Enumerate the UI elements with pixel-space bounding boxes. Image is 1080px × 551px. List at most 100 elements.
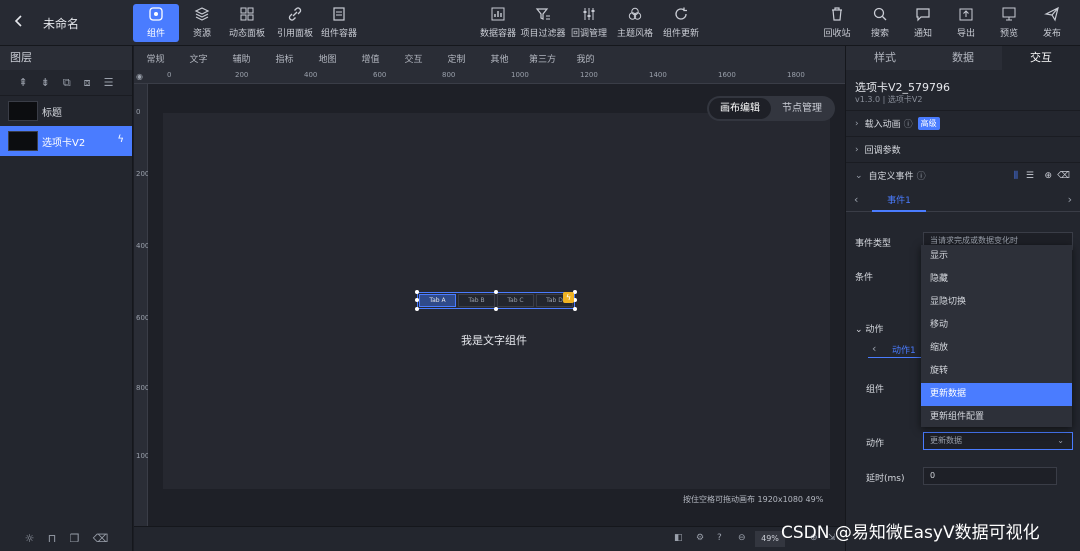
list-icon[interactable]: ☰ — [104, 76, 114, 89]
lightning-icon: ϟ — [563, 292, 574, 303]
category-tab[interactable]: 第三方 — [521, 52, 564, 65]
component-name: 选项卡V2_579796 — [855, 81, 951, 94]
publish-button[interactable]: 发布 — [1039, 4, 1065, 42]
group-icon[interactable]: ⧉ — [63, 76, 71, 90]
category-tab[interactable]: 交互 — [392, 52, 435, 65]
tab-item[interactable]: Tab B — [458, 294, 495, 307]
dropdown-option[interactable]: 旋转 — [921, 360, 1072, 383]
dynamic-panel-button[interactable]: 动态面板 — [226, 4, 268, 42]
ruler-label: 1600 — [718, 71, 736, 79]
bulb-icon[interactable]: ☼ — [25, 532, 35, 545]
project-title[interactable]: 未命名 — [43, 15, 79, 32]
tab-item[interactable]: Tab C — [497, 294, 534, 307]
data-container-button[interactable]: 数据容器 — [480, 4, 516, 42]
copy-icon[interactable]: ❐ — [70, 532, 80, 545]
layers-panel: 图层 ⇞ ⇟ ⧉ ⧈ ☰ 标题 选项卡V2 ϟ ☼ ⊓ ❐ ⌫ — [0, 46, 133, 551]
text-component[interactable]: 我是文字组件 — [461, 332, 527, 348]
dynamic-panel-label: 动态面板 — [228, 29, 265, 39]
tab-item[interactable]: Tab A — [419, 294, 456, 307]
notify-button[interactable]: 通知 — [910, 4, 936, 42]
add-icon[interactable]: ⊕ — [1044, 171, 1052, 181]
action-select[interactable]: 更新数据 ⌄ — [923, 432, 1073, 450]
callback-manage-button[interactable]: 回调管理 — [570, 4, 608, 42]
move-top-icon[interactable]: ⇞ — [18, 76, 27, 89]
ruler-label: 400 — [304, 71, 318, 79]
trash-icon[interactable]: ⌫ — [1057, 171, 1070, 181]
export-icon — [958, 4, 974, 24]
ruler-label: 1200 — [580, 71, 598, 79]
search-button[interactable]: 搜索 — [867, 4, 893, 42]
dropdown-option-selected[interactable]: 更新数据 — [921, 383, 1072, 406]
category-tab[interactable]: 常规 — [134, 52, 177, 65]
category-tab[interactable]: 我的 — [564, 52, 607, 65]
dropdown-option[interactable]: 移动 — [921, 314, 1072, 337]
project-filter-button[interactable]: 项目过滤器 — [521, 4, 566, 42]
resize-handle[interactable] — [494, 290, 498, 294]
help-icon[interactable]: ⓘ — [904, 117, 913, 130]
component-button[interactable]: 组件 — [133, 4, 179, 42]
tab-data[interactable]: 数据 — [924, 46, 1002, 70]
delay-input[interactable]: 0 — [923, 467, 1057, 485]
resource-button[interactable]: 资源 — [185, 4, 219, 42]
dropdown-option[interactable]: 缩放 — [921, 337, 1072, 360]
help-icon[interactable]: ? — [717, 533, 722, 543]
move-bottom-icon[interactable]: ⇟ — [41, 76, 50, 89]
eye-icon[interactable]: ◉ — [136, 72, 143, 81]
action-section[interactable]: ⌄ 动作 — [855, 322, 883, 335]
resize-handle[interactable] — [415, 307, 419, 311]
event-tab[interactable]: 事件1 — [872, 190, 926, 212]
lock-icon[interactable]: ⊓ — [48, 532, 57, 545]
component-container-button[interactable]: 组件容器 — [320, 4, 358, 42]
chevron-right-icon[interactable]: › — [1068, 193, 1072, 206]
layer-item-title[interactable]: 标题 — [0, 96, 132, 126]
tab-node-manage[interactable]: 节点管理 — [771, 98, 833, 119]
action-tab[interactable]: 动作1 — [892, 343, 916, 356]
zoom-out-icon[interactable]: ⊖ — [738, 533, 746, 543]
dropdown-option[interactable]: 显示 — [921, 245, 1072, 268]
category-tab[interactable]: 地图 — [306, 52, 349, 65]
bottom-bar: ◧ ⚙ ? ⊖ ⊕ ⇲ — [134, 526, 845, 551]
help-icon[interactable]: ⓘ — [917, 169, 926, 182]
tab-style[interactable]: 样式 — [846, 46, 924, 70]
layout-icon[interactable]: ⫼ — [1014, 171, 1018, 181]
chevron-left-icon[interactable]: ‹ — [872, 342, 876, 355]
component-update-button[interactable]: 组件更新 — [662, 4, 700, 42]
export-button[interactable]: 导出 — [953, 4, 979, 42]
layer-item-tabs[interactable]: 选项卡V2 ϟ — [0, 126, 132, 156]
category-tab[interactable]: 定制 — [435, 52, 478, 65]
tab-canvas-edit[interactable]: 画布编辑 — [709, 98, 771, 119]
chevron-left-icon[interactable]: ‹ — [854, 193, 858, 206]
category-tab[interactable]: 其他 — [478, 52, 521, 65]
category-tab[interactable]: 指标 — [263, 52, 306, 65]
vertical-ruler: 0 200 400 600 800 1000 — [134, 84, 154, 526]
search-icon — [872, 4, 888, 24]
back-icon[interactable] — [12, 12, 28, 32]
category-tab[interactable]: 文字 — [177, 52, 220, 65]
resize-handle[interactable] — [494, 307, 498, 311]
category-tab[interactable]: 辅助 — [220, 52, 263, 65]
tab-interaction[interactable]: 交互 — [1002, 46, 1080, 70]
recycle-button[interactable]: 回收站 — [822, 4, 852, 42]
category-tab[interactable]: 增值 — [349, 52, 392, 65]
resize-handle[interactable] — [415, 290, 419, 294]
section-load-animation[interactable]: › 载入动画 ⓘ 高级 — [846, 110, 1080, 136]
resize-handle[interactable] — [415, 298, 419, 302]
theme-button[interactable]: 主题风格 — [616, 4, 654, 42]
delete-icon[interactable]: ⌫ — [93, 532, 109, 545]
ungroup-icon[interactable]: ⧈ — [84, 76, 91, 90]
advanced-badge: 高级 — [917, 117, 940, 130]
dropdown-option[interactable]: 显隐切换 — [921, 291, 1072, 314]
preview-button[interactable]: 预览 — [996, 4, 1022, 42]
ref-panel-button[interactable]: 引用面板 — [274, 4, 316, 42]
settings-icon[interactable]: ⚙ — [696, 533, 704, 543]
condition-label: 条件 — [855, 273, 874, 283]
section-callback[interactable]: › 回调参数 — [846, 136, 1080, 162]
section-label: 载入动画 — [864, 120, 901, 130]
select-value: 当请求完成或数据变化时 — [930, 236, 1018, 245]
resize-handle[interactable] — [573, 307, 577, 311]
dropdown-option[interactable]: 隐藏 — [921, 268, 1072, 291]
section-custom-event[interactable]: ⌄ 自定义事件 ⓘ ⫼ ☰ ⊕ ⌫ — [846, 162, 1080, 188]
panel-toggle-icon[interactable]: ◧ — [674, 533, 683, 543]
list-icon[interactable]: ☰ — [1026, 171, 1034, 181]
dropdown-option[interactable]: 更新组件配置 — [921, 406, 1072, 429]
